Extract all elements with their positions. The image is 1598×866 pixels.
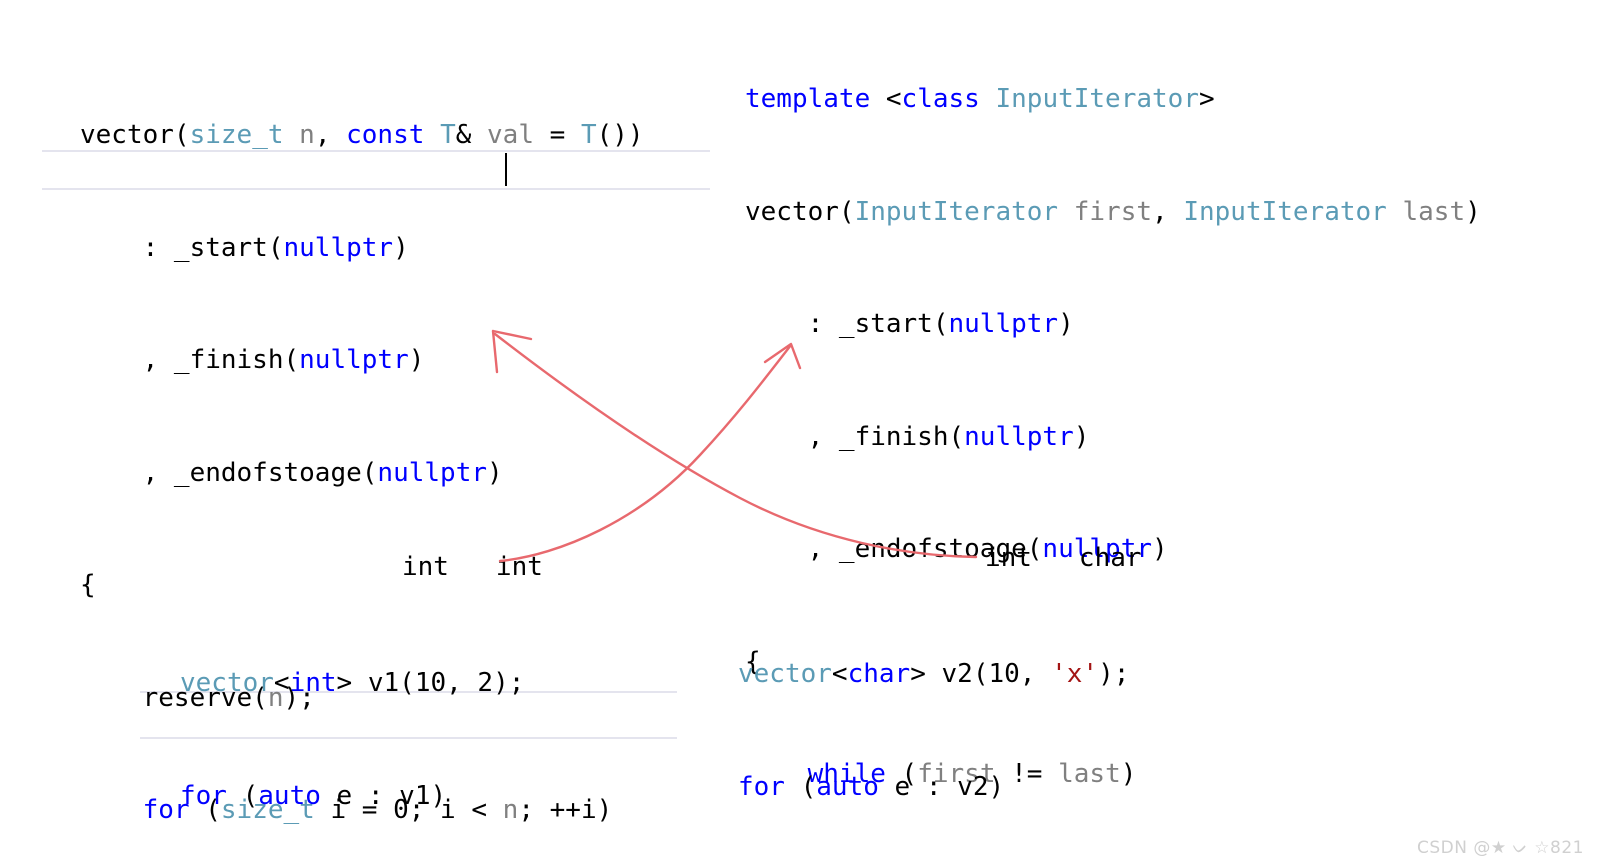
code-line[interactable]: : _start(nullptr)	[80, 230, 644, 268]
code-line[interactable]: vector<int> v1(10, 2);	[180, 665, 524, 703]
code-line[interactable]: vector(size_t n, const T& val = T())	[80, 117, 644, 155]
code-line[interactable]: for (auto e : v2)	[738, 769, 1129, 807]
code-block-usage-char[interactable]: vector<char> v2(10, 'x'); for (auto e : …	[738, 581, 1129, 866]
code-line[interactable]: , _endofstoage(nullptr)	[80, 455, 644, 493]
code-line[interactable]: template <class InputIterator>	[745, 81, 1481, 119]
code-line[interactable]: for (auto e : v1)	[180, 778, 524, 816]
annotation-label-int-char: int char	[985, 543, 1142, 573]
code-line[interactable]: vector(InputIterator first, InputIterato…	[745, 194, 1481, 232]
csdn-watermark: CSDN @★ ᨆ ☆821	[1417, 838, 1584, 858]
screenshot-canvas: vector(size_t n, const T& val = T()) : _…	[0, 0, 1598, 866]
annotation-label-int-int: int int	[402, 552, 543, 582]
code-line[interactable]: , _finish(nullptr)	[80, 342, 644, 380]
code-block-usage-int[interactable]: vector<int> v1(10, 2); for (auto e : v1)…	[180, 590, 524, 866]
code-line[interactable]: : _start(nullptr)	[745, 306, 1481, 344]
code-line[interactable]: , _finish(nullptr)	[745, 419, 1481, 457]
code-line[interactable]: vector<char> v2(10, 'x');	[738, 656, 1129, 694]
